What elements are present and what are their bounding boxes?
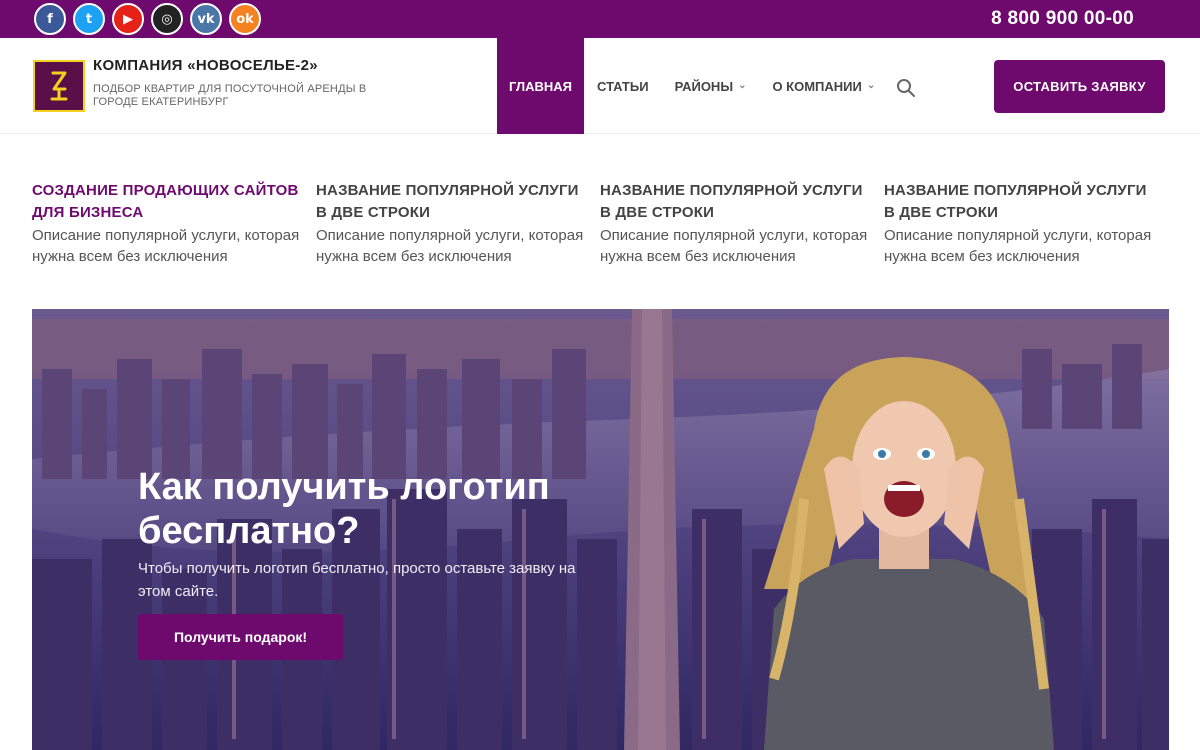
get-gift-button[interactable]: Получить подарок! <box>138 614 343 660</box>
service-desc: Описание популярной услуги, которая нужн… <box>32 227 300 265</box>
search-icon[interactable] <box>896 78 916 98</box>
chevron-down-icon: ⌄ <box>866 79 876 91</box>
top-bar: f t ▶ ◎ vk ok 8 800 900 00-00 <box>0 0 1200 38</box>
hero-text: Чтобы получить логотип бесплатно, просто… <box>138 560 576 600</box>
service-title[interactable]: НАЗВАНИЕ ПОПУЛЯРНОЙ УСЛУГИ В ДВЕ СТРОКИ <box>600 180 870 224</box>
nav-districts[interactable]: РАЙОНЫ ⌄ <box>662 38 760 134</box>
nav-articles[interactable]: СТАТЬИ <box>584 38 662 134</box>
phone-number[interactable]: 8 800 900 00-00 <box>991 8 1134 30</box>
request-button[interactable]: ОСТАВИТЬ ЗАЯВКУ <box>994 60 1165 113</box>
odnoklassniki-icon[interactable]: ok <box>229 3 261 35</box>
z-logo-icon[interactable] <box>33 60 85 112</box>
service-title[interactable]: НАЗВАНИЕ ПОПУЛЯРНОЙ УСЛУГИ В ДВЕ СТРОКИ <box>316 180 586 224</box>
service-desc: Описание популярной услуги, которая нужн… <box>884 227 1152 265</box>
services-row: СОЗДАНИЕ ПРОДАЮЩИХ САЙТОВ ДЛЯ БИЗНЕСА Оп… <box>32 180 1172 290</box>
service-title[interactable]: НАЗВАНИЕ ПОПУЛЯРНОЙ УСЛУГИ В ДВЕ СТРОКИ <box>884 180 1154 224</box>
twitter-icon[interactable]: t <box>73 3 105 35</box>
hero-title: Как получить логотип бесплатно? <box>138 466 550 552</box>
site-header: КОМПАНИЯ «НОВОСЕЛЬЕ-2» ПОДБОР КВАРТИР ДЛ… <box>0 38 1200 134</box>
instagram-icon[interactable]: ◎ <box>151 3 183 35</box>
facebook-icon[interactable]: f <box>34 3 66 35</box>
company-name[interactable]: КОМПАНИЯ «НОВОСЕЛЬЕ-2» <box>93 57 318 74</box>
vk-icon[interactable]: vk <box>190 3 222 35</box>
excited-woman-image <box>764 357 1054 750</box>
nav-districts-label: РАЙОНЫ <box>674 78 734 94</box>
service-card[interactable]: НАЗВАНИЕ ПОПУЛЯРНОЙ УСЛУГИ В ДВЕ СТРОКИ … <box>600 180 870 267</box>
hero-banner: Как получить логотип бесплатно? Чтобы по… <box>32 309 1169 750</box>
nav-about-label: О КОМПАНИИ <box>772 78 862 94</box>
service-title[interactable]: СОЗДАНИЕ ПРОДАЮЩИХ САЙТОВ ДЛЯ БИЗНЕСА <box>32 180 302 224</box>
main-nav: ГЛАВНАЯ СТАТЬИ РАЙОНЫ ⌄ О КОМПАНИИ ⌄ <box>497 38 888 134</box>
service-desc: Описание популярной услуги, которая нужн… <box>600 227 868 265</box>
service-desc: Описание популярной услуги, которая нужн… <box>316 227 584 265</box>
service-card[interactable]: СОЗДАНИЕ ПРОДАЮЩИХ САЙТОВ ДЛЯ БИЗНЕСА Оп… <box>32 180 302 267</box>
nav-about[interactable]: О КОМПАНИИ ⌄ <box>759 38 888 134</box>
logo-glyph <box>50 71 68 101</box>
chevron-down-icon: ⌄ <box>738 79 747 91</box>
nav-home[interactable]: ГЛАВНАЯ <box>497 38 584 134</box>
youtube-icon[interactable]: ▶ <box>112 3 144 35</box>
service-card[interactable]: НАЗВАНИЕ ПОПУЛЯРНОЙ УСЛУГИ В ДВЕ СТРОКИ … <box>884 180 1154 267</box>
service-card[interactable]: НАЗВАНИЕ ПОПУЛЯРНОЙ УСЛУГИ В ДВЕ СТРОКИ … <box>316 180 586 267</box>
company-tagline: ПОДБОР КВАРТИР ДЛЯ ПОСУТОЧНОЙ АРЕНДЫ В Г… <box>93 83 367 108</box>
social-links: f t ▶ ◎ vk ok <box>34 3 261 35</box>
